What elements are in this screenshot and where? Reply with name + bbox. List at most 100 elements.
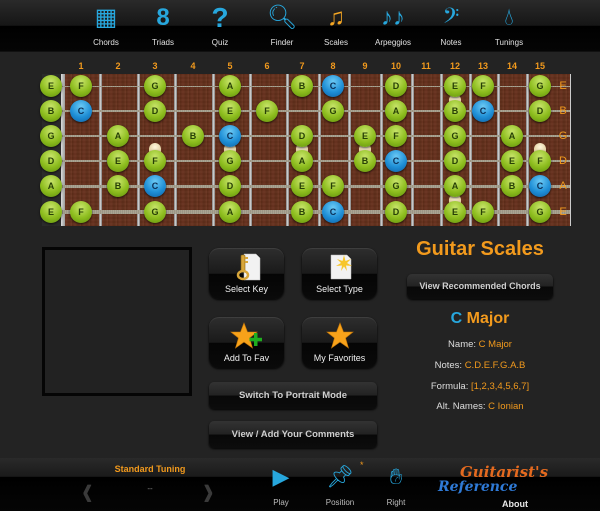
scale-note-marker[interactable]: B (107, 175, 129, 197)
scale-note-marker[interactable]: E (444, 75, 466, 97)
fret-number: 11 (421, 61, 431, 71)
tab-notes[interactable]: 𝄢 Notes (421, 2, 481, 50)
scale-note-marker[interactable]: E (501, 150, 523, 172)
scale-note-marker[interactable]: A (219, 201, 241, 223)
fret-wire (411, 74, 414, 226)
scale-note-marker[interactable]: G (385, 175, 407, 197)
tab-label: Notes (440, 38, 462, 47)
scale-note-marker[interactable]: F (472, 201, 494, 223)
right-hand-button[interactable]: ✋︎ Right (373, 462, 419, 507)
tab-arpeggios[interactable]: ♪♪ Arpeggios (363, 2, 423, 50)
select-key-label: Select Key (224, 284, 269, 294)
scale-note-marker[interactable]: F (472, 75, 494, 97)
scale-note-marker[interactable]: A (40, 175, 62, 197)
scale-note-marker[interactable]: F (385, 125, 407, 147)
my-favorites-button[interactable]: My Favorites (302, 317, 377, 368)
scale-note-marker[interactable]: E (444, 201, 466, 223)
scale-note-marker[interactable]: F (256, 100, 278, 122)
scale-note-marker[interactable]: A (291, 150, 313, 172)
fret-number: 3 (152, 61, 158, 71)
select-key-button[interactable]: Select Key (209, 248, 284, 299)
scale-note-marker[interactable]: D (40, 150, 62, 172)
scale-note-marker[interactable]: B (291, 201, 313, 223)
fret-wire (469, 74, 472, 226)
scale-note-marker[interactable]: B (182, 125, 204, 147)
switch-portrait-button[interactable]: Switch To Portrait Mode (209, 382, 377, 409)
scale-note-marker[interactable]: D (385, 75, 407, 97)
scale-note-marker[interactable]: B (354, 150, 376, 172)
fret-number: 13 (477, 61, 489, 71)
scale-note-marker[interactable]: G (529, 75, 551, 97)
scale-note-marker[interactable]: A (219, 75, 241, 97)
tab-scales[interactable]: ♫ Scales (306, 2, 366, 50)
root-note-marker[interactable]: C (144, 175, 166, 197)
fret-wire (286, 74, 289, 226)
scale-note-marker[interactable]: G (529, 201, 551, 223)
guitar-string (61, 135, 570, 137)
guitar-string (61, 184, 570, 188)
scale-note-marker[interactable]: F (322, 175, 344, 197)
scale-note-marker[interactable]: A (501, 125, 523, 147)
scale-note-marker[interactable]: E (40, 201, 62, 223)
root-note-marker[interactable]: C (322, 201, 344, 223)
scale-note-marker[interactable]: F (70, 75, 92, 97)
scale-note-marker[interactable]: E (40, 75, 62, 97)
chord-grid-icon: ▦ (94, 4, 118, 31)
scale-note-marker[interactable]: D (219, 175, 241, 197)
question-mark-icon: ? (211, 2, 229, 33)
root-note-marker[interactable]: C (385, 150, 407, 172)
guitarists-reference-logo: Guitarist's Reference (438, 463, 548, 501)
fretboard-end (570, 74, 571, 226)
add-to-fav-button[interactable]: Add To Fav (209, 317, 284, 368)
scale-note-marker[interactable]: G (322, 100, 344, 122)
scale-note-marker[interactable]: G (40, 125, 62, 147)
position-button[interactable]: 📌︎ Position (317, 462, 363, 507)
scale-note-marker[interactable]: B (501, 175, 523, 197)
tab-triads[interactable]: 8 Triads (133, 2, 193, 50)
scale-note-marker[interactable]: A (444, 175, 466, 197)
info-value: [1,2,3,4,5,6,7] (471, 381, 530, 392)
scale-note-marker[interactable]: E (107, 150, 129, 172)
scale-note-marker[interactable]: D (385, 201, 407, 223)
scale-note-marker[interactable]: D (444, 150, 466, 172)
tab-chords[interactable]: ▦ Chords (76, 2, 136, 50)
scale-note-marker[interactable]: E (291, 175, 313, 197)
scale-note-marker[interactable]: G (144, 75, 166, 97)
root-note-marker[interactable]: C (529, 175, 551, 197)
next-tuning-button[interactable]: › (203, 465, 214, 511)
scale-note-marker[interactable]: F (144, 150, 166, 172)
root-note-marker[interactable]: C (70, 100, 92, 122)
scale-note-marker[interactable]: F (529, 150, 551, 172)
scale-note-marker[interactable]: D (291, 125, 313, 147)
play-button[interactable]: ▶ Play (258, 462, 304, 507)
root-note-marker[interactable]: C (322, 75, 344, 97)
scale-note-marker[interactable]: D (529, 100, 551, 122)
scale-note-marker[interactable]: F (70, 201, 92, 223)
scale-note-marker[interactable]: B (291, 75, 313, 97)
scale-note-marker[interactable]: B (40, 100, 62, 122)
fret-wire (348, 74, 351, 226)
scale-note-marker[interactable]: G (444, 125, 466, 147)
tab-quiz[interactable]: ? Quiz (190, 2, 250, 50)
scale-note-marker[interactable]: E (219, 100, 241, 122)
info-label: Notes: (434, 360, 465, 371)
about-link[interactable]: About (502, 499, 528, 509)
select-type-button[interactable]: Select Type (302, 248, 377, 299)
tab-label: Quiz (211, 38, 229, 47)
scale-note-marker[interactable]: E (354, 125, 376, 147)
tab-finder[interactable]: 🔍︎ Finder (252, 2, 312, 50)
comments-button[interactable]: View / Add Your Comments (209, 421, 377, 448)
tab-tunings[interactable]: 💧︎ Tunings (479, 2, 539, 50)
root-note-marker[interactable]: C (219, 125, 241, 147)
recommended-chords-button[interactable]: View Recommended Chords (407, 274, 553, 299)
scale-note-marker[interactable]: B (444, 100, 466, 122)
triad-stack-icon: 8 (156, 4, 170, 31)
scale-note-marker[interactable]: G (144, 201, 166, 223)
prev-tuning-button[interactable]: ‹ (82, 465, 93, 511)
scale-note-marker[interactable]: G (219, 150, 241, 172)
root-note-marker[interactable]: C (472, 100, 494, 122)
scale-note-marker[interactable]: A (385, 100, 407, 122)
scale-note-marker[interactable]: D (144, 100, 166, 122)
scale-note-marker[interactable]: A (107, 125, 129, 147)
scale-root: C (450, 310, 463, 327)
